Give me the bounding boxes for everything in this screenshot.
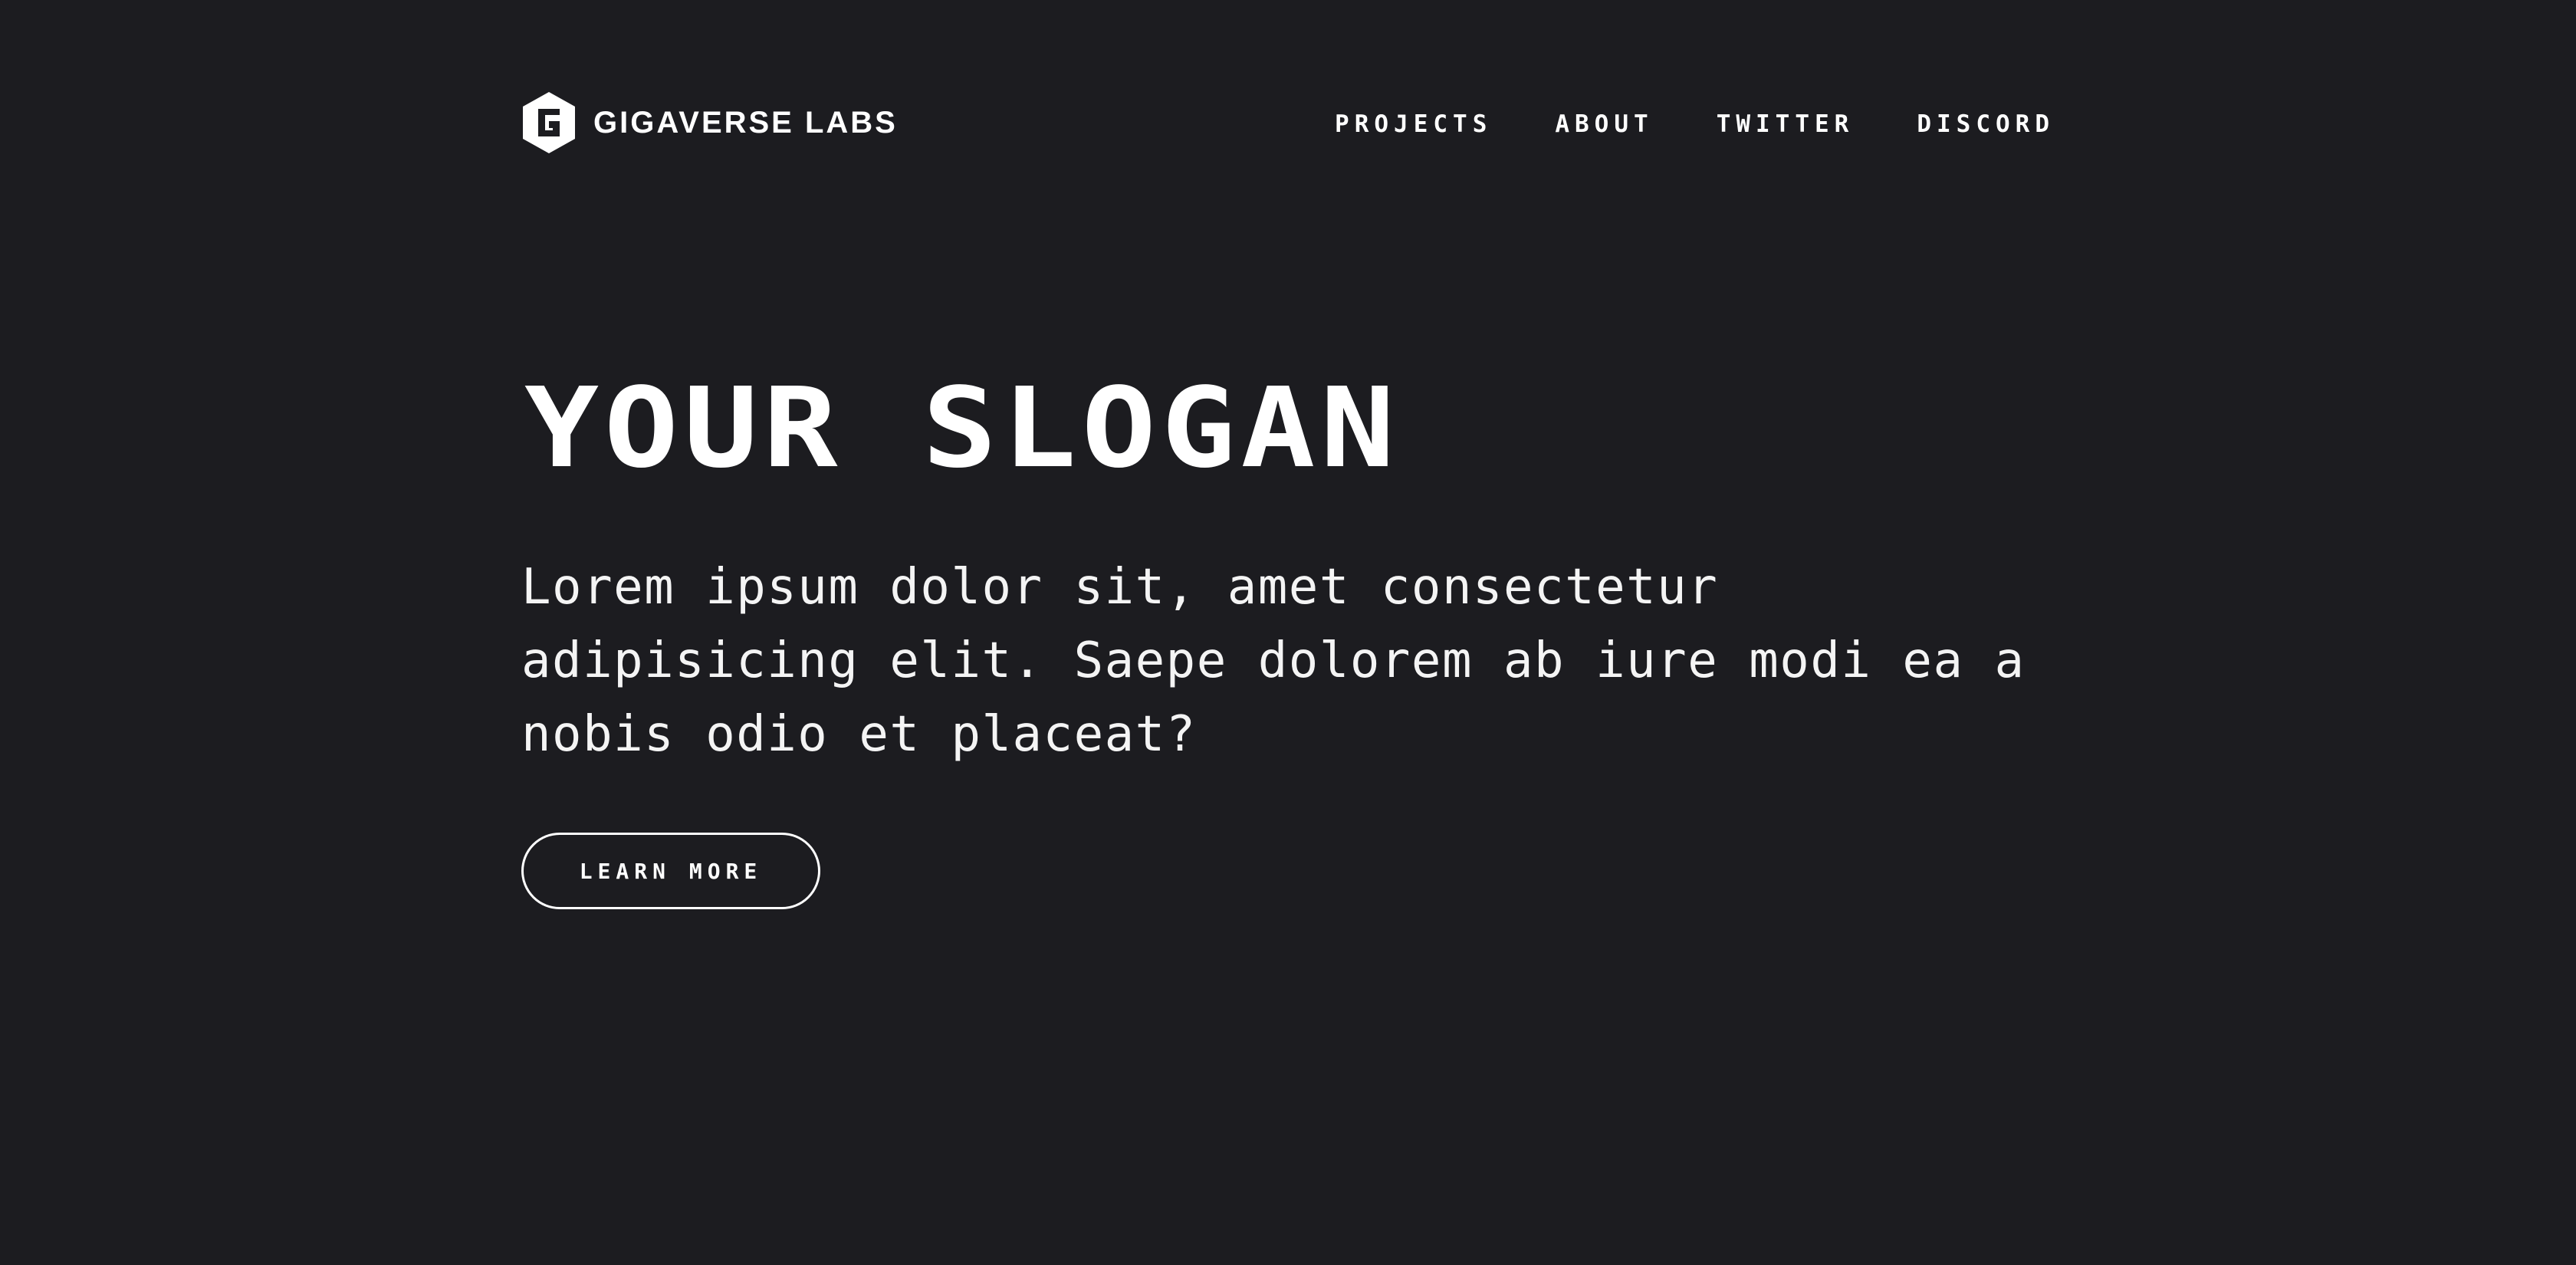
- nav-link-twitter[interactable]: TWITTER: [1717, 110, 1855, 138]
- brand-logo-link[interactable]: GIGAVERSE LABS: [521, 90, 898, 155]
- nav-link-projects[interactable]: PROJECTS: [1335, 110, 1492, 138]
- nav-link-discord[interactable]: DISCORD: [1917, 110, 2055, 138]
- learn-more-button[interactable]: LEARN MORE: [521, 833, 820, 909]
- hero-title: YOUR SLOGAN: [524, 363, 1401, 492]
- hero-description: Lorem ipsum dolor sit, amet consectetur …: [521, 559, 2026, 763]
- nav-link-about[interactable]: ABOUT: [1555, 110, 1653, 138]
- main-nav: PROJECTS ABOUT TWITTER DISCORD: [1335, 110, 2055, 138]
- brand-name: GIGAVERSE LABS: [593, 105, 898, 140]
- site-header: GIGAVERSE LABS PROJECTS ABOUT TWITTER DI…: [521, 90, 2055, 155]
- hexagon-g-icon: [521, 90, 577, 155]
